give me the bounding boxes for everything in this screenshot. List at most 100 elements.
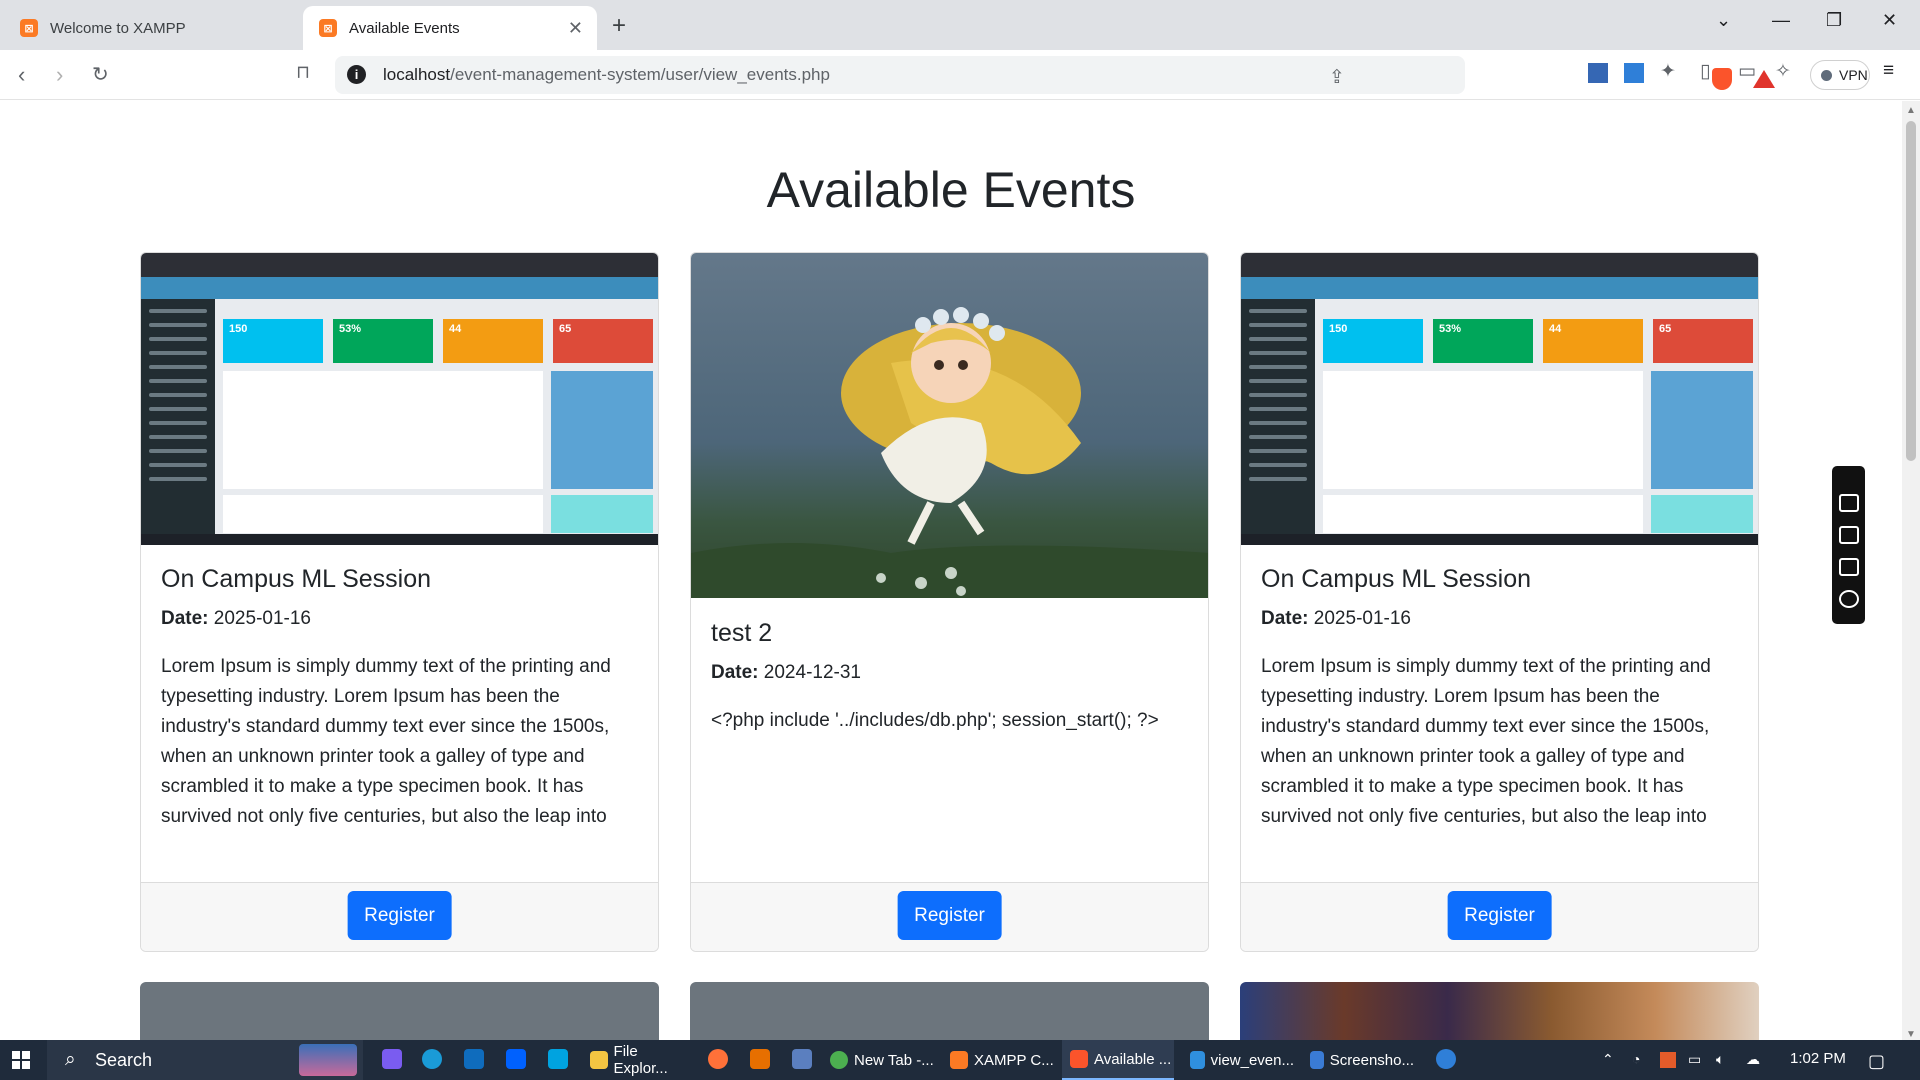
event-date: Date: 2024-12-31: [711, 662, 861, 683]
screen-capture-toolbar: [1832, 466, 1865, 624]
page-viewport: Available Events 150 53% 44 65 On Campus…: [0, 101, 1902, 1040]
snipping-tool-icon: [1310, 1051, 1324, 1069]
card-footer: Register: [141, 882, 658, 951]
event-card-image-placeholder: [140, 982, 659, 1040]
event-image-dashboard: 150 53% 44 65: [1241, 253, 1758, 545]
extension-resize-icon[interactable]: [1624, 63, 1644, 83]
taskbar-app-chrome[interactable]: New Tab -...: [822, 1040, 934, 1080]
copilot-icon[interactable]: [382, 1049, 402, 1069]
event-card: 150 53% 44 65 On Campus ML Session Date:…: [1240, 252, 1759, 952]
event-card: 150 53% 44 65 On Campus ML Session Date:…: [140, 252, 659, 952]
outlook-icon[interactable]: [464, 1049, 484, 1069]
event-description: <?php include '../includes/db.php'; sess…: [711, 710, 1159, 731]
event-title: On Campus ML Session: [161, 565, 432, 593]
event-card-image-concert: [1240, 982, 1759, 1040]
menu-icon[interactable]: ≡: [1883, 60, 1894, 82]
search-highlight-image: [299, 1044, 357, 1076]
back-icon[interactable]: ‹: [18, 62, 25, 88]
edge-icon[interactable]: [422, 1049, 442, 1069]
minimize-icon[interactable]: —: [1772, 10, 1790, 31]
app-tray-icon[interactable]: [1660, 1052, 1676, 1068]
card-footer: Register: [691, 882, 1208, 951]
notepad-icon[interactable]: [792, 1049, 812, 1069]
scroll-up-icon[interactable]: ▲: [1906, 105, 1916, 116]
volume-icon[interactable]: 🔈︎: [1716, 1051, 1724, 1068]
brave-icon: [1070, 1050, 1088, 1068]
notifications-icon[interactable]: ▢: [1868, 1051, 1885, 1072]
url-text: localhost/event-management-system/user/v…: [383, 65, 830, 84]
sidebar-icon[interactable]: ▯: [1700, 60, 1710, 83]
extension-bookmark-icon[interactable]: [1588, 63, 1608, 83]
register-button[interactable]: Register: [1447, 891, 1552, 940]
tab-title: Welcome to XAMPP: [50, 19, 186, 37]
wallet-icon[interactable]: ▭: [1738, 60, 1756, 83]
system-clock[interactable]: 1:02 PM: [1790, 1050, 1846, 1067]
windows-start-icon[interactable]: [12, 1051, 30, 1069]
register-button[interactable]: Register: [897, 891, 1002, 940]
firefox-icon[interactable]: [708, 1049, 728, 1069]
event-description: Lorem Ipsum is simply dummy text of the …: [161, 656, 611, 827]
tab-available-events[interactable]: ⊠ Available Events ✕: [303, 6, 597, 50]
settings-gear-icon[interactable]: [1839, 590, 1859, 608]
taskbar-search[interactable]: ⌕ Search: [47, 1040, 363, 1080]
taskbar-app-screenshot[interactable]: Screensho...: [1302, 1040, 1414, 1080]
xampp-icon: [950, 1051, 968, 1069]
scroll-down-icon[interactable]: ▼: [1906, 1029, 1916, 1040]
window-capture-icon[interactable]: [1839, 558, 1859, 576]
event-image-illustration: [691, 253, 1208, 598]
windows-taskbar: ⌕ Search File Explor... New Tab -... XAM…: [0, 1040, 1920, 1080]
event-image-dashboard: 150 53% 44 65: [141, 253, 658, 545]
show-hidden-icons-chevron[interactable]: ⌃: [1602, 1051, 1614, 1068]
site-info-icon[interactable]: i: [347, 65, 366, 84]
event-date: Date: 2025-01-16: [1261, 608, 1411, 629]
battery-icon[interactable]: ▭: [1688, 1051, 1701, 1068]
brave-shields-icon[interactable]: [1712, 68, 1732, 90]
event-title: On Campus ML Session: [1261, 565, 1532, 593]
vpn-button[interactable]: VPN: [1810, 60, 1870, 90]
close-window-icon[interactable]: ✕: [1882, 10, 1897, 31]
event-card-image-placeholder: [690, 982, 1209, 1040]
onedrive-cloud-icon[interactable]: ☁: [1746, 1051, 1760, 1068]
tab-search-chevron-icon[interactable]: ⌄: [1716, 10, 1731, 31]
reload-icon[interactable]: ↻: [92, 62, 109, 87]
event-description: Lorem Ipsum is simply dummy text of the …: [1261, 656, 1711, 827]
vscode-icon: [1190, 1051, 1205, 1069]
xampp-icon: ⊠: [319, 19, 337, 37]
page-scrollbar[interactable]: ▲ ▼: [1902, 101, 1920, 1040]
mysql-icon[interactable]: [548, 1049, 568, 1069]
help-icon[interactable]: [1436, 1049, 1456, 1069]
wifi-icon[interactable]: ◔: [1632, 1051, 1640, 1067]
url-bar[interactable]: i localhost/event-management-system/user…: [335, 56, 1775, 94]
card-footer: Register: [1241, 882, 1758, 951]
register-button[interactable]: Register: [347, 891, 452, 940]
new-tab-icon[interactable]: +: [612, 12, 626, 40]
event-title: test 2: [711, 619, 773, 647]
taskbar-app-brave[interactable]: Available ...: [1062, 1040, 1174, 1080]
xampp-icon: ⊠: [20, 19, 38, 37]
chrome-icon: [830, 1051, 848, 1069]
share-icon[interactable]: ⇪: [1329, 66, 1345, 89]
brave-rewards-icon[interactable]: [1753, 70, 1775, 88]
event-card: test 2 Date: 2024-12-31 <?php include '.…: [690, 252, 1209, 952]
event-date: Date: 2025-01-16: [161, 608, 311, 629]
scrollbar-thumb[interactable]: [1906, 121, 1916, 461]
java-icon[interactable]: [750, 1049, 770, 1069]
taskbar-app-vscode[interactable]: view_even...: [1182, 1040, 1294, 1080]
tab-welcome-xampp[interactable]: ⊠ Welcome to XAMPP: [4, 6, 300, 50]
tab-title: Available Events: [349, 19, 460, 37]
bookmark-icon[interactable]: ⊓: [296, 62, 310, 83]
taskbar-app-xampp[interactable]: XAMPP C...: [942, 1040, 1054, 1080]
forward-icon[interactable]: ›: [56, 62, 63, 88]
page-title: Available Events: [766, 162, 1136, 218]
video-icon[interactable]: [1839, 526, 1859, 544]
taskbar-app-file-explorer[interactable]: File Explor...: [582, 1040, 694, 1080]
camera-icon[interactable]: [1839, 494, 1859, 512]
extensions-puzzle-icon[interactable]: ✦: [1660, 60, 1676, 83]
browser-tab-bar: ⊠ Welcome to XAMPP ⊠ Available Events ✕ …: [0, 0, 1920, 50]
leo-ai-icon[interactable]: ✧: [1775, 60, 1791, 83]
maximize-icon[interactable]: ❐: [1826, 10, 1842, 31]
close-tab-icon[interactable]: ✕: [568, 18, 583, 39]
search-label: Search: [95, 1050, 153, 1070]
dropbox-icon[interactable]: [506, 1049, 526, 1069]
address-toolbar: ‹ › ↻ ⊓ i localhost/event-management-sys…: [0, 50, 1920, 100]
